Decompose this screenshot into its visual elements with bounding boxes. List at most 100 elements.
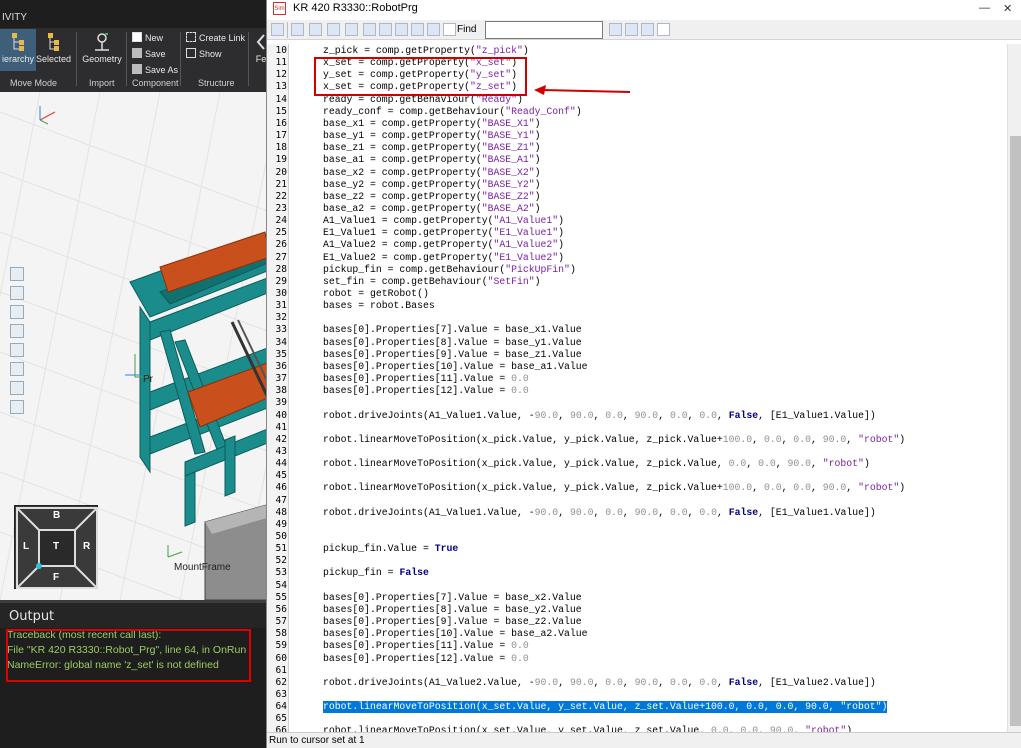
find-previous-icon[interactable] xyxy=(609,23,622,36)
code-line[interactable]: bases[0].Properties[7].Value = base_x1.V… xyxy=(323,324,582,336)
code-line[interactable]: robot.linearMoveToPosition(x_pick.Value,… xyxy=(323,434,905,446)
line-number: 24 xyxy=(275,215,287,227)
measure-icon[interactable] xyxy=(10,381,24,395)
find-input[interactable] xyxy=(485,21,603,39)
annotation-highlight-box xyxy=(314,57,527,96)
show-button[interactable]: Show xyxy=(186,47,222,61)
status-bar: Run to cursor set at 1 xyxy=(267,732,1021,748)
outdent-icon[interactable] xyxy=(345,23,358,36)
close-icon[interactable]: ✕ xyxy=(1003,2,1012,15)
create-link-button[interactable]: Create Link xyxy=(186,31,245,45)
cut-icon[interactable] xyxy=(363,23,376,36)
render-mode-icon[interactable] xyxy=(10,343,24,357)
code-area[interactable]: z_pick = comp.getProperty("z_pick") x_set… xyxy=(289,44,1007,732)
code-line[interactable]: base_a1 = comp.getProperty("BASE_A1") xyxy=(323,154,541,166)
projection-icon[interactable] xyxy=(10,362,24,376)
code-line[interactable]: E1_Value2 = comp.getProperty("E1_Value2"… xyxy=(323,252,564,264)
find-next-icon[interactable] xyxy=(625,23,638,36)
code-line[interactable]: bases[0].Properties[9].Value = base_z1.V… xyxy=(323,349,582,361)
code-line[interactable]: bases[0].Properties[10].Value = base_a1.… xyxy=(323,361,588,373)
hierarchy-button[interactable]: ierarchy xyxy=(0,29,36,71)
new-button[interactable]: New xyxy=(132,31,163,45)
code-line[interactable]: robot = getRobot() xyxy=(323,288,429,300)
navcube-back[interactable]: B xyxy=(53,510,60,521)
indent-icon[interactable] xyxy=(327,23,340,36)
line-number: 48 xyxy=(275,506,287,518)
code-line[interactable]: bases[0].Properties[8].Value = base_y2.V… xyxy=(323,604,582,616)
fit-selected-icon[interactable] xyxy=(10,286,24,300)
code-line[interactable]: A1_Value2 = comp.getProperty("A1_Value2"… xyxy=(323,239,564,251)
group-label-import: Import xyxy=(89,78,115,88)
find-label: Find xyxy=(457,24,477,35)
find-icon[interactable] xyxy=(443,23,456,36)
code-line[interactable]: bases[0].Properties[12].Value = 0.0 xyxy=(323,385,529,397)
code-line[interactable]: robot.driveJoints(A1_Value2.Value, -90.0… xyxy=(323,677,876,689)
code-line[interactable]: base_z2 = comp.getProperty("BASE_Z2") xyxy=(323,191,541,203)
geometry-button[interactable]: Geometry xyxy=(80,29,124,71)
code-line[interactable]: base_y1 = comp.getProperty("BASE_Y1") xyxy=(323,130,541,142)
highlight-icon[interactable] xyxy=(641,23,654,36)
compile-icon[interactable] xyxy=(291,23,304,36)
code-line[interactable]: pickup_fin = comp.getBehaviour("PickUpFi… xyxy=(323,264,576,276)
code-line[interactable]: bases = robot.Bases xyxy=(323,300,435,312)
navcube-left[interactable]: L xyxy=(23,541,29,552)
code-line[interactable]: robot.driveJoints(A1_Value1.Value, -90.0… xyxy=(323,410,876,422)
line-number: 28 xyxy=(275,263,287,275)
fit-all-icon[interactable] xyxy=(10,267,24,281)
code-line[interactable]: pickup_fin.Value = True xyxy=(323,543,458,555)
redo-icon[interactable] xyxy=(427,23,440,36)
clear-find-icon[interactable] xyxy=(657,23,670,36)
code-line[interactable]: base_x1 = comp.getProperty("BASE_X1") xyxy=(323,118,541,130)
line-number: 37 xyxy=(275,373,287,385)
code-line[interactable]: base_a2 = comp.getProperty("BASE_A2") xyxy=(323,203,541,215)
grid-icon[interactable] xyxy=(10,305,24,319)
code-line[interactable]: base_x2 = comp.getProperty("BASE_X2") xyxy=(323,167,541,179)
vertical-scrollbar[interactable] xyxy=(1007,44,1021,732)
save-button[interactable]: Save xyxy=(132,47,166,61)
code-line[interactable]: robot.linearMoveToPosition(x_pick.Value,… xyxy=(323,458,870,470)
scrollbar-thumb[interactable] xyxy=(1010,136,1021,726)
selected-label: Selected xyxy=(36,54,72,64)
paste-icon[interactable] xyxy=(395,23,408,36)
3d-viewport[interactable]: Pr MountFrame B L T R F xyxy=(0,92,270,600)
copy-icon[interactable] xyxy=(379,23,392,36)
code-line[interactable]: bases[0].Properties[11].Value = 0.0 xyxy=(323,640,529,652)
code-line[interactable]: base_y2 = comp.getProperty("BASE_Y2") xyxy=(323,179,541,191)
material-icon[interactable] xyxy=(10,400,24,414)
code-line[interactable]: bases[0].Properties[9].Value = base_z2.V… xyxy=(323,616,582,628)
line-number: 26 xyxy=(275,239,287,251)
line-number: 21 xyxy=(275,178,287,190)
code-line[interactable]: bases[0].Properties[7].Value = base_x2.V… xyxy=(323,592,582,604)
navigation-cube[interactable]: B L T R F xyxy=(14,505,98,589)
code-line[interactable]: A1_Value1 = comp.getProperty("A1_Value1"… xyxy=(323,215,564,227)
line-number: 33 xyxy=(275,324,287,336)
code-line[interactable]: robot.driveJoints(A1_Value1.Value, -90.0… xyxy=(323,507,876,519)
code-line[interactable]: z_pick = comp.getProperty("z_pick") xyxy=(323,45,529,57)
navcube-top[interactable]: T xyxy=(53,541,59,552)
code-line[interactable]: pickup_fin = False xyxy=(323,567,429,579)
selected-code-line[interactable]: robot.linearMoveToPosition(x_set.Value, … xyxy=(323,701,888,714)
code-line[interactable]: bases[0].Properties[11].Value = 0.0 xyxy=(323,373,529,385)
selected-button[interactable]: Selected xyxy=(36,29,72,71)
box-view-icon[interactable] xyxy=(10,324,24,338)
save-as-button[interactable]: Save As xyxy=(132,63,178,77)
code-line[interactable]: base_z1 = comp.getProperty("BASE_Z1") xyxy=(323,142,541,154)
code-line[interactable]: robot.linearMoveToPosition(x_set.Value, … xyxy=(323,725,852,732)
world-axes xyxy=(39,106,56,125)
minimize-icon[interactable]: — xyxy=(979,2,990,14)
code-line[interactable]: bases[0].Properties[10].Value = base_a2.… xyxy=(323,628,588,640)
code-line[interactable]: robot.linearMoveToPosition(x_pick.Value,… xyxy=(323,482,905,494)
line-number: 27 xyxy=(275,251,287,263)
code-line[interactable]: set_fin = comp.getBehaviour("SetFin") xyxy=(323,276,541,288)
code-line[interactable]: bases[0].Properties[12].Value = 0.0 xyxy=(323,653,529,665)
error-highlight-box xyxy=(6,629,251,682)
line-number: 12 xyxy=(275,69,287,81)
navcube-right[interactable]: R xyxy=(83,541,90,552)
navcube-front[interactable]: F xyxy=(53,572,59,583)
check-icon[interactable] xyxy=(309,23,322,36)
undo-icon[interactable] xyxy=(411,23,424,36)
line-number: 62 xyxy=(275,676,287,688)
code-line[interactable]: bases[0].Properties[8].Value = base_y1.V… xyxy=(323,337,582,349)
code-line[interactable]: E1_Value1 = comp.getProperty("E1_Value1"… xyxy=(323,227,564,239)
code-line[interactable]: ready_conf = comp.getBehaviour("Ready_Co… xyxy=(323,106,582,118)
